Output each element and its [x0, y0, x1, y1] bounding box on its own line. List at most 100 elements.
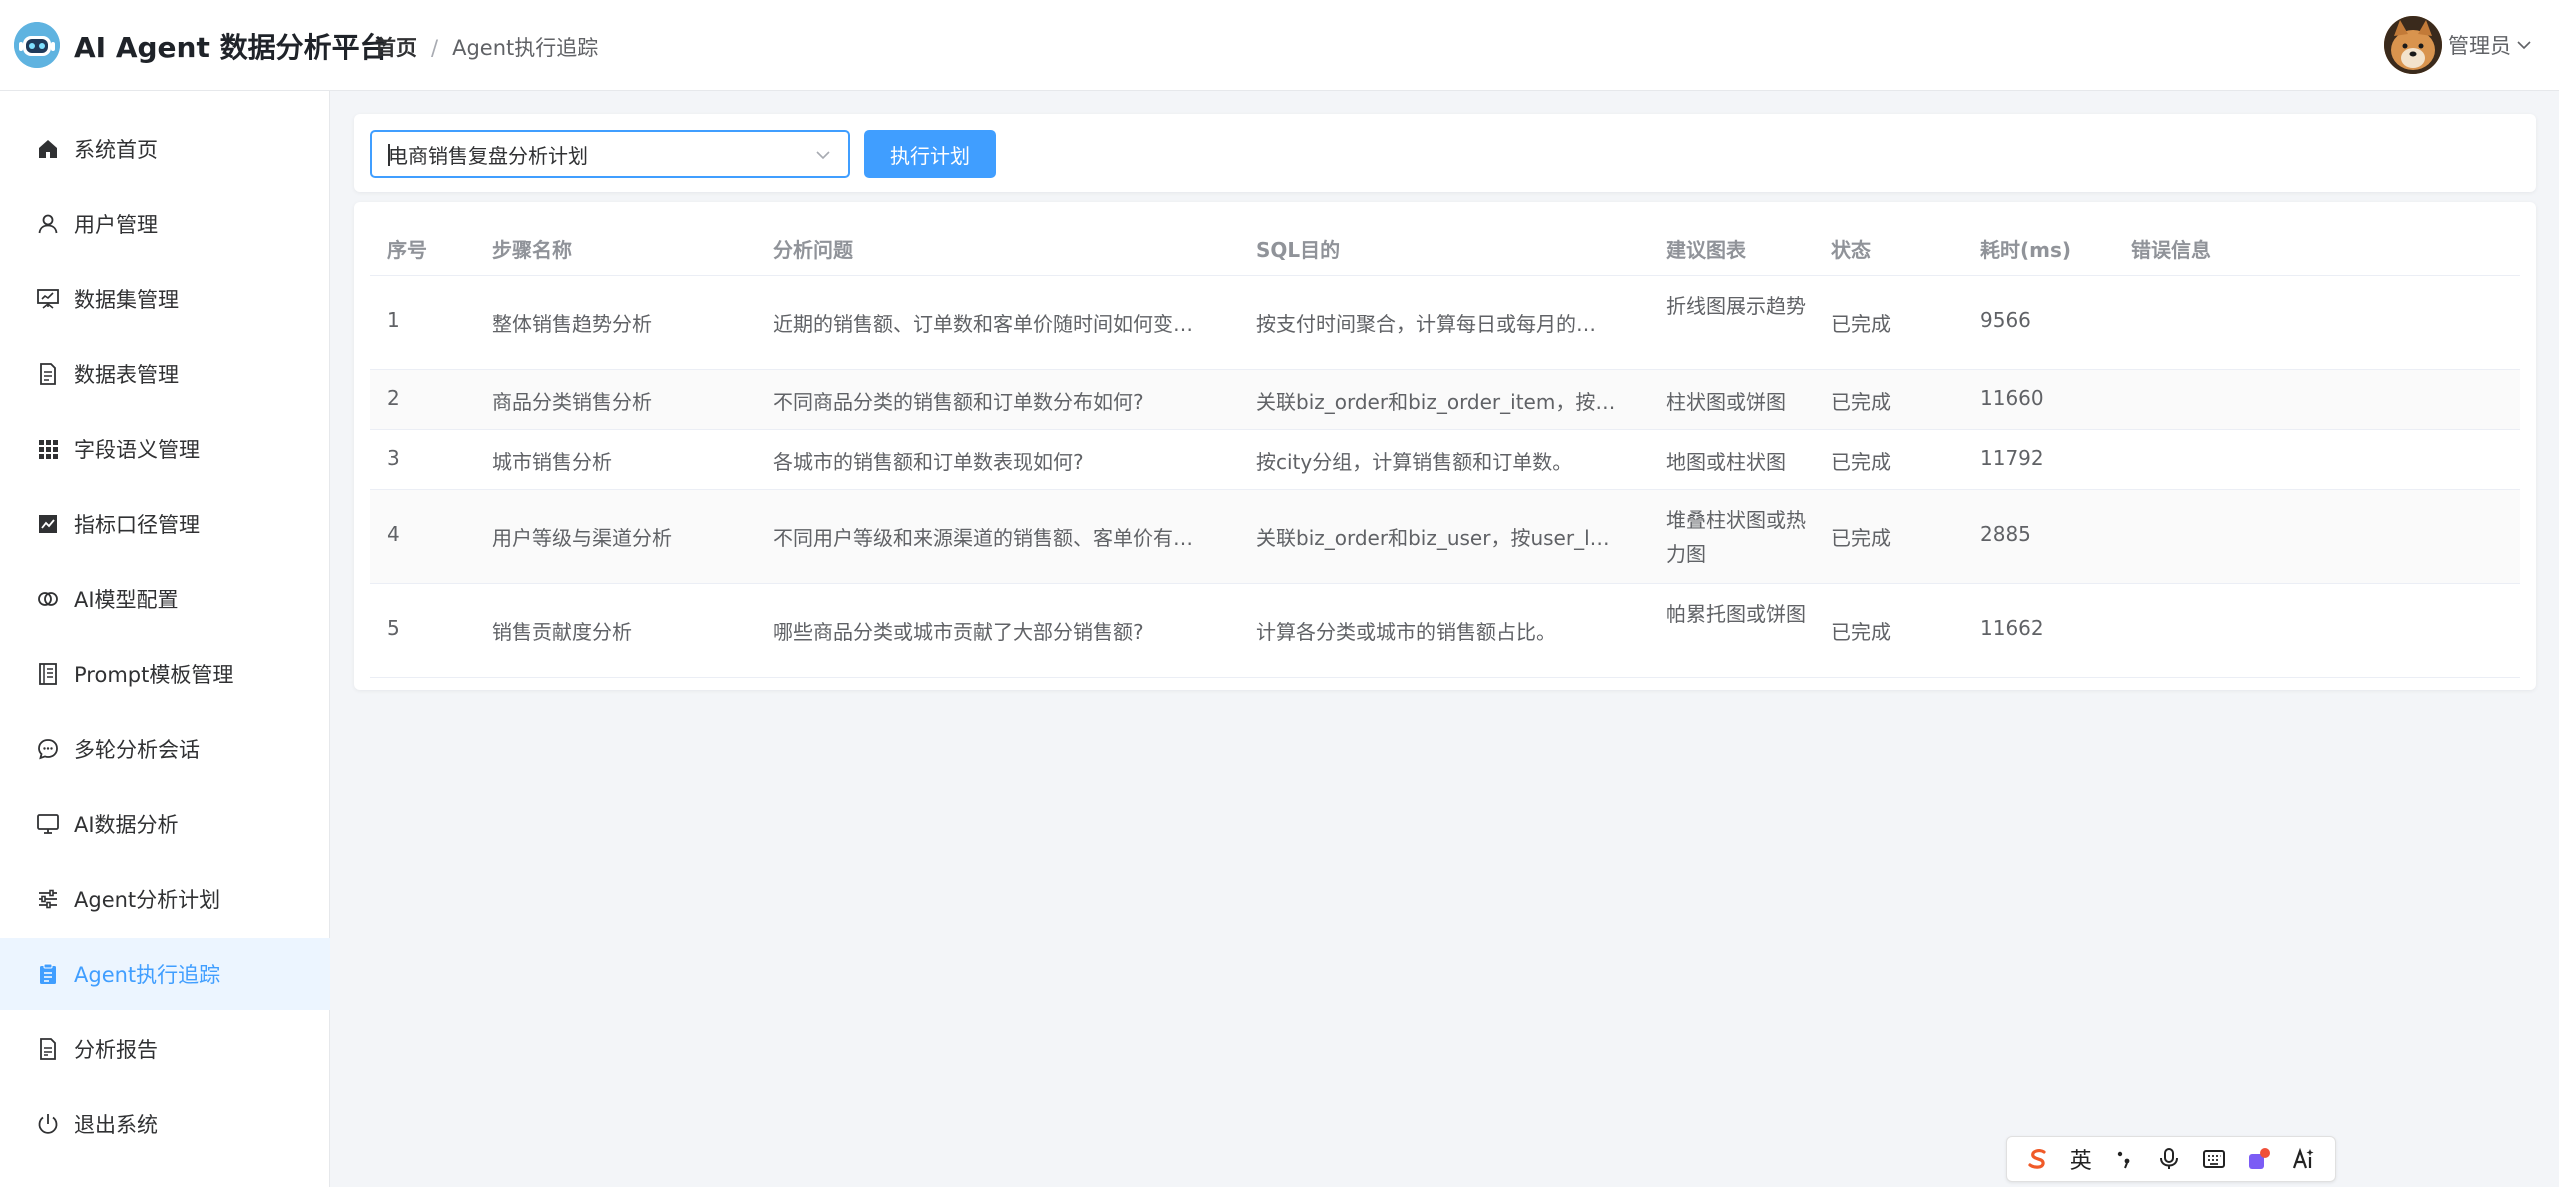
- sidebar-item-label: 系统首页: [74, 138, 158, 162]
- cell-no: 5: [387, 616, 400, 640]
- top-header: AI Agent 数据分析平台 首页 / Agent执行追踪 管理员: [0, 0, 2559, 91]
- robot-logo-icon: [14, 22, 60, 68]
- cell-question: 不同商品分类的销售额和订单数分布如何?: [773, 390, 1144, 414]
- cell-no: 3: [387, 446, 400, 470]
- cell-sql: 计算各分类或城市的销售额占比。: [1256, 620, 1556, 644]
- breadcrumb-current: Agent执行追踪: [452, 36, 599, 60]
- notebook-icon: [36, 662, 60, 686]
- toolbar-card: 电商销售复盘分析计划 执行计划: [354, 114, 2536, 192]
- sidebar-item-field-semantics[interactable]: 字段语义管理: [0, 413, 330, 485]
- sidebar-item-reports[interactable]: 分析报告: [0, 1013, 330, 1085]
- sidebar-item-label: 数据集管理: [74, 288, 179, 312]
- clipboard-icon: [36, 962, 60, 986]
- cell-status: 已完成: [1831, 390, 1891, 414]
- cell-chart: 地图或柱状图: [1666, 450, 1786, 474]
- breadcrumb: 首页 / Agent执行追踪: [375, 32, 598, 62]
- run-plan-button[interactable]: 执行计划: [864, 130, 996, 178]
- user-menu[interactable]: 管理员: [2384, 16, 2533, 74]
- cell-sql: 按支付时间聚合，计算每日或每月的…: [1256, 312, 1596, 336]
- sidebar-item-label: 多轮分析会话: [74, 738, 200, 762]
- plan-select[interactable]: 电商销售复盘分析计划: [370, 130, 850, 178]
- report-icon: [36, 1037, 60, 1061]
- sidebar-item-agent-trace[interactable]: Agent执行追踪: [0, 938, 330, 1010]
- header-step: 步骤名称: [492, 238, 572, 262]
- breadcrumb-home[interactable]: 首页: [375, 36, 417, 60]
- sidebar-item-label: AI模型配置: [74, 588, 179, 612]
- sidebar-item-label: Agent分析计划: [74, 888, 221, 912]
- ime-toolbar: 英: [2006, 1136, 2336, 1182]
- user-icon: [36, 212, 60, 236]
- plan-select-value: 电商销售复盘分析计划: [388, 143, 588, 168]
- sidebar-item-home[interactable]: 系统首页: [0, 113, 330, 185]
- sidebar-item-ai-model[interactable]: AI模型配置: [0, 563, 330, 635]
- table-row[interactable]: 1 整体销售趋势分析 近期的销售额、订单数和客单价随时间如何变… 按支付时间聚合…: [370, 276, 2520, 370]
- header-sql: SQL目的: [1256, 238, 1341, 262]
- ai-assistant-icon[interactable]: [2291, 1146, 2317, 1172]
- grid-icon: [36, 437, 60, 461]
- sogou-logo-icon[interactable]: [2025, 1146, 2051, 1172]
- cell-step: 整体销售趋势分析: [492, 312, 652, 336]
- cell-status: 已完成: [1831, 620, 1891, 644]
- sidebar-item-label: AI数据分析: [74, 813, 179, 837]
- chevron-down-icon[interactable]: [2515, 36, 2533, 54]
- sidebar-item-label: 分析报告: [74, 1038, 158, 1062]
- header-question: 分析问题: [773, 238, 853, 262]
- chevron-down-icon[interactable]: [814, 146, 832, 164]
- sidebar-item-label: 数据表管理: [74, 363, 179, 387]
- monitor-icon: [36, 812, 60, 836]
- cell-time: 9566: [1980, 308, 2031, 332]
- cell-question: 不同用户等级和来源渠道的销售额、客单价有…: [773, 526, 1193, 550]
- cell-time: 11792: [1980, 446, 2044, 470]
- table-row[interactable]: 3 城市销售分析 各城市的销售额和订单数表现如何? 按city分组，计算销售额和…: [370, 430, 2520, 490]
- header-no: 序号: [387, 238, 427, 262]
- table-header: 序号 步骤名称 分析问题 SQL目的 建议图表 状态 耗时(ms) 错误信息: [370, 216, 2520, 276]
- cell-step: 销售贡献度分析: [492, 620, 632, 644]
- cell-question: 哪些商品分类或城市贡献了大部分销售额?: [773, 620, 1144, 644]
- sidebar-item-label: Agent执行追踪: [74, 963, 221, 987]
- home-icon: [36, 137, 60, 161]
- cell-chart: 折线图展示趋势: [1666, 294, 1806, 318]
- chart-icon: [36, 512, 60, 536]
- punctuation-icon[interactable]: [2111, 1146, 2137, 1172]
- chat-icon: [36, 737, 60, 761]
- sidebar-item-agent-plan[interactable]: Agent分析计划: [0, 863, 330, 935]
- app-title: AI Agent 数据分析平台: [74, 31, 388, 64]
- sidebar-item-sessions[interactable]: 多轮分析会话: [0, 713, 330, 785]
- cell-question: 近期的销售额、订单数和客单价随时间如何变…: [773, 312, 1193, 336]
- cell-status: 已完成: [1831, 450, 1891, 474]
- table-row[interactable]: 5 销售贡献度分析 哪些商品分类或城市贡献了大部分销售额? 计算各分类或城市的销…: [370, 584, 2520, 678]
- skin-icon[interactable]: [2246, 1146, 2272, 1172]
- sidebar-item-prompt-templates[interactable]: Prompt模板管理: [0, 638, 330, 710]
- sidebar-item-metrics[interactable]: 指标口径管理: [0, 488, 330, 560]
- cell-time: 2885: [1980, 522, 2031, 546]
- cell-status: 已完成: [1831, 526, 1891, 550]
- sidebar-item-ai-analysis[interactable]: AI数据分析: [0, 788, 330, 860]
- sidebar-item-users[interactable]: 用户管理: [0, 188, 330, 260]
- sliders-icon: [36, 887, 60, 911]
- table-row[interactable]: 2 商品分类销售分析 不同商品分类的销售额和订单数分布如何? 关联biz_ord…: [370, 370, 2520, 430]
- trace-table-card: 序号 步骤名称 分析问题 SQL目的 建议图表 状态 耗时(ms) 错误信息 1…: [354, 202, 2536, 690]
- cell-chart: 堆叠柱状图或热力图: [1666, 508, 1806, 566]
- cell-question: 各城市的销售额和订单数表现如何?: [773, 450, 1084, 474]
- header-chart: 建议图表: [1666, 238, 1746, 262]
- microphone-icon[interactable]: [2156, 1146, 2182, 1172]
- table-row[interactable]: 4 用户等级与渠道分析 不同用户等级和来源渠道的销售额、客单价有… 关联biz_…: [370, 490, 2520, 584]
- sidebar-item-label: Prompt模板管理: [74, 663, 234, 687]
- power-icon: [36, 1112, 60, 1136]
- cell-chart: 帕累托图或饼图: [1666, 602, 1806, 626]
- user-name[interactable]: 管理员: [2448, 30, 2511, 60]
- sidebar-item-tables[interactable]: 数据表管理: [0, 338, 330, 410]
- sidebar-item-datasets[interactable]: 数据集管理: [0, 263, 330, 335]
- header-status: 状态: [1831, 238, 1871, 262]
- sidebar-item-label: 用户管理: [74, 213, 158, 237]
- avatar[interactable]: [2384, 16, 2442, 74]
- sidebar-item-logout[interactable]: 退出系统: [0, 1088, 330, 1160]
- cell-time: 11662: [1980, 616, 2044, 640]
- cell-chart: 柱状图或饼图: [1666, 390, 1786, 414]
- cell-no: 4: [387, 522, 400, 546]
- cell-sql: 关联biz_order和biz_user，按user_l…: [1256, 526, 1610, 550]
- header-error: 错误信息: [2131, 238, 2211, 262]
- keyboard-icon[interactable]: [2201, 1146, 2227, 1172]
- cell-sql: 按city分组，计算销售额和订单数。: [1256, 450, 1573, 474]
- ime-language-toggle[interactable]: 英: [2070, 1143, 2092, 1175]
